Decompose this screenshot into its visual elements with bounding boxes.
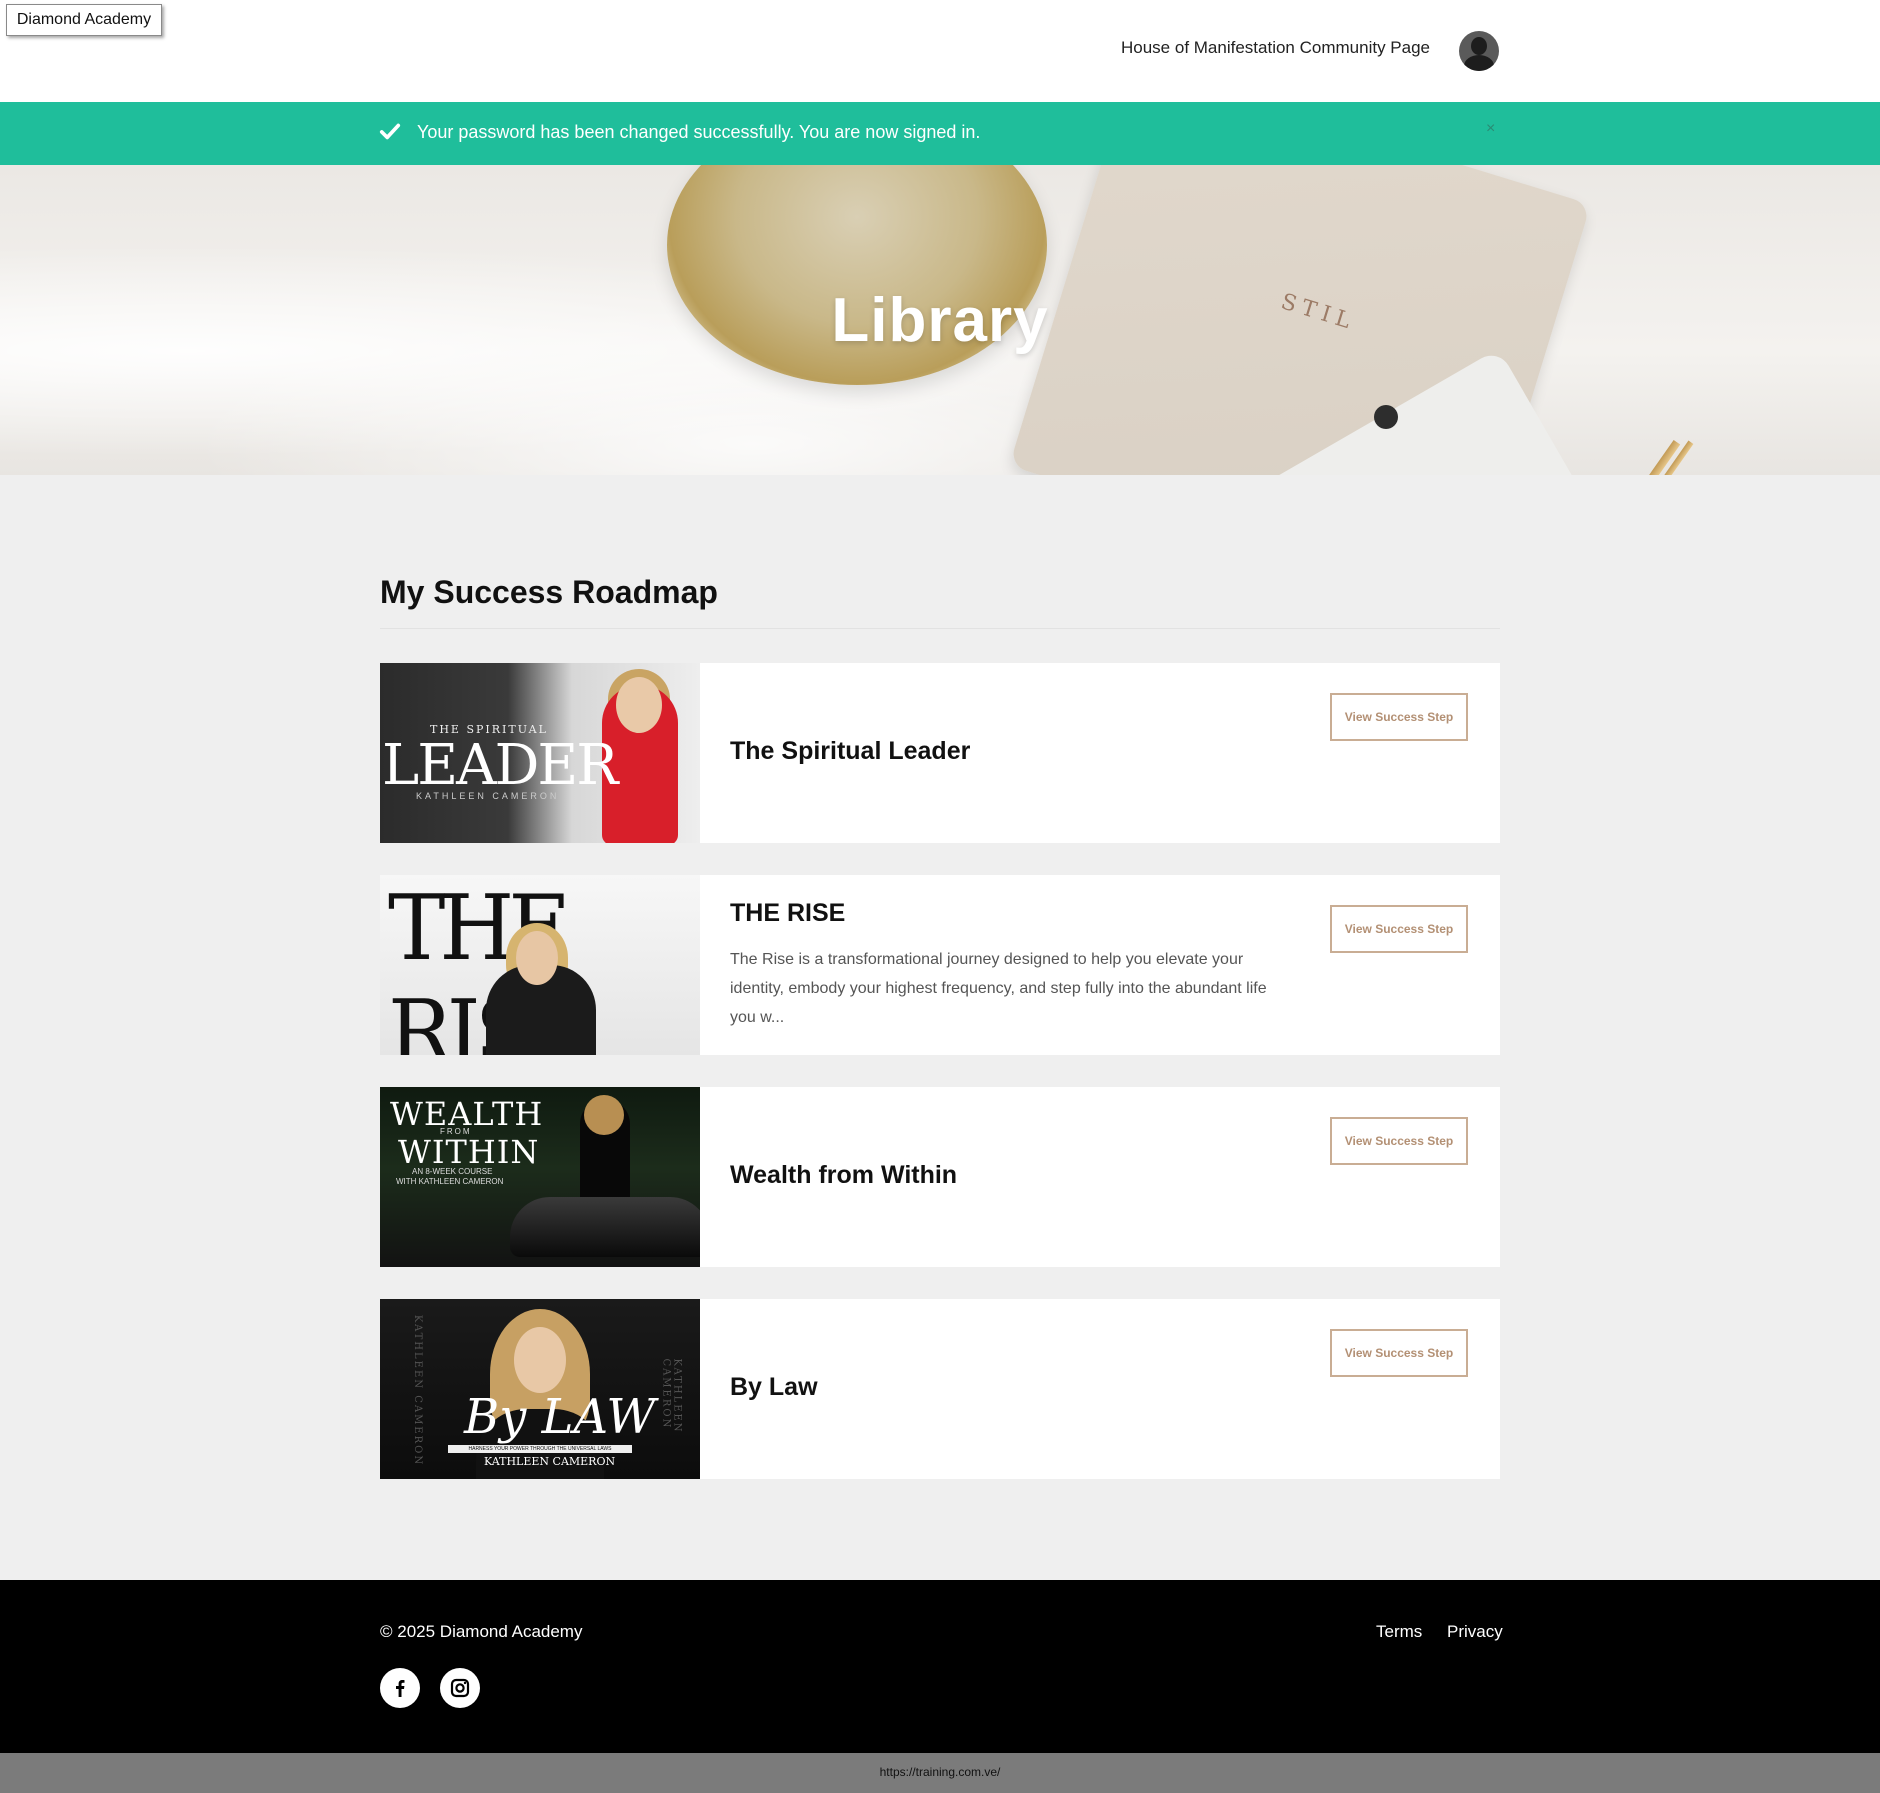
course-title[interactable]: THE RISE [730,899,845,928]
thumb-hair [584,1095,624,1135]
thumb-author: KATHLEEN CAMERON [416,791,560,801]
thumb-face [616,677,662,733]
brand-badge[interactable]: Diamond Academy [6,4,162,36]
course-thumbnail[interactable]: WEALTH FROM WITHIN AN 8-WEEK COURSE WITH… [380,1087,700,1267]
facebook-icon[interactable] [380,1668,420,1708]
hero-phone-camera [1374,405,1398,429]
hero-banner: STIL Library [0,165,1880,475]
thumb-face [514,1327,566,1393]
thumb-tagline-2: WITH KATHLEEN CAMERON [396,1177,504,1186]
alert-message: Your password has been changed successfu… [417,122,981,142]
course-card-the-rise[interactable]: THE RISE THE RISE The Rise is a transfor… [380,875,1500,1055]
course-title[interactable]: By Law [730,1373,818,1402]
status-url: https://training.com.ve/ [879,1765,1001,1779]
thumb-title: By LAW [464,1389,656,1445]
course-description: The Rise is a transformational journey d… [730,951,1267,1026]
top-header: Diamond Academy House of Manifestation C… [0,0,1880,102]
course-card-wealth-from-within[interactable]: WEALTH FROM WITHIN AN 8-WEEK COURSE WITH… [380,1087,1500,1267]
course-thumbnail[interactable]: KATHLEEN CAMERON KATHLEEN CAMERON By LAW… [380,1299,700,1479]
section-title: My Success Roadmap [380,574,718,610]
instagram-icon[interactable] [440,1668,480,1708]
view-success-step-button[interactable]: View Success Step [1330,905,1468,953]
thumb-title-line-3: WITHIN [398,1133,540,1171]
thumb-tagline: HARNESS YOUR POWER THROUGH THE UNIVERSAL… [448,1445,632,1453]
checkmark-icon [379,123,401,140]
thumb-title: LEADER [382,733,618,798]
thumb-tagline-1: AN 8-WEEK COURSE [412,1167,493,1176]
view-success-step-button[interactable]: View Success Step [1330,1329,1468,1377]
terms-link[interactable]: Terms [1376,1622,1422,1642]
thumb-face [516,931,558,985]
course-card-spiritual-leader[interactable]: THE SPIRITUAL LEADER KATHLEEN CAMERON Th… [380,663,1500,843]
community-page-link[interactable]: House of Manifestation Community Page [1121,38,1430,58]
close-alert-button[interactable]: × [1486,120,1495,138]
section-divider [380,628,1500,629]
facebook-glyph [396,1680,405,1697]
course-thumbnail[interactable]: THE SPIRITUAL LEADER KATHLEEN CAMERON [380,663,700,843]
thumb-author: KATHLEEN CAMERON [484,1455,616,1468]
avatar-head [1471,37,1487,55]
course-title[interactable]: The Spiritual Leader [730,737,970,766]
course-card-by-law[interactable]: KATHLEEN CAMERON KATHLEEN CAMERON By LAW… [380,1299,1500,1479]
thumb-side-text-left: KATHLEEN CAMERON [412,1314,424,1467]
view-success-step-button[interactable]: View Success Step [1330,693,1468,741]
browser-status-bar: https://training.com.ve/ [0,1753,1880,1793]
instagram-glyph [450,1678,470,1698]
privacy-link[interactable]: Privacy [1447,1622,1503,1642]
success-alert: Your password has been changed successfu… [0,102,1880,165]
avatar-shoulders [1464,55,1494,71]
site-footer: © 2025 Diamond Academy Terms Privacy [0,1580,1880,1753]
copyright-text: © 2025 Diamond Academy [380,1622,583,1641]
thumb-car [510,1197,700,1257]
course-title[interactable]: Wealth from Within [730,1161,957,1190]
view-success-step-button[interactable]: View Success Step [1330,1117,1468,1165]
user-avatar-icon[interactable] [1459,31,1499,71]
thumb-side-text-right: KATHLEEN CAMERON [660,1358,683,1434]
course-thumbnail[interactable]: THE RISE [380,875,700,1055]
page-title: Library [831,286,1049,355]
